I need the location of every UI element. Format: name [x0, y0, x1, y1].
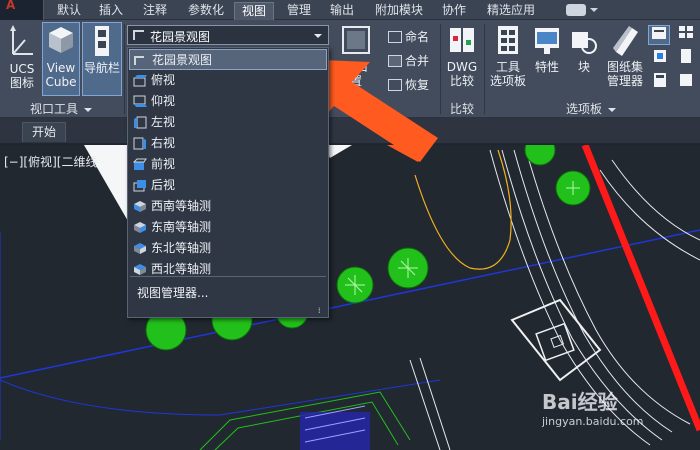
- named-view-menu: 花园景观图 俯视 仰视 左视 右视 前视 后视 西南等轴测 东南等轴测 东北等轴…: [127, 47, 329, 318]
- watermark-line1: Bai经验: [542, 390, 618, 414]
- baidu-jingyan-watermark: Bai经验 jingyan.baidu.com: [542, 386, 644, 428]
- menu-item-back[interactable]: 后视: [129, 175, 327, 196]
- right-view-icon: [133, 137, 146, 150]
- left-view-icon: [134, 116, 147, 129]
- menu-item-bottom[interactable]: 仰视: [129, 91, 327, 112]
- named-view-select[interactable]: 花园景观图: [127, 25, 329, 45]
- menu-item-sw-iso[interactable]: 西南等轴测: [129, 196, 327, 217]
- back-view-icon: [133, 180, 146, 192]
- annotation-arrow-layer: [272, 58, 438, 162]
- se-iso-icon: [134, 222, 146, 233]
- resize-grip-icon[interactable]: ⁞: [318, 307, 326, 315]
- nw-iso-icon: [134, 264, 146, 275]
- menu-item-front[interactable]: 前视: [129, 154, 327, 175]
- menu-item-garden-view[interactable]: 花园景观图: [129, 49, 327, 70]
- menu-item-top[interactable]: 俯视: [129, 70, 327, 91]
- chevron-down-icon: [314, 34, 322, 38]
- named-view-icon: [134, 56, 144, 65]
- watermark-line2: jingyan.baidu.com: [542, 415, 644, 428]
- front-view-icon: [133, 158, 147, 170]
- menu-item-ne-iso[interactable]: 东北等轴测: [129, 238, 327, 259]
- menu-item-view-manager[interactable]: 视图管理器...: [129, 283, 327, 304]
- top-view-icon: [133, 75, 147, 87]
- bottom-view-icon: [133, 95, 147, 107]
- menu-item-se-iso[interactable]: 东南等轴测: [129, 217, 327, 238]
- sw-iso-icon: [134, 201, 146, 212]
- named-view-selected: 花园景观图: [150, 30, 211, 44]
- named-view-icon: [133, 30, 144, 40]
- menu-item-right[interactable]: 右视: [129, 133, 327, 154]
- menu-divider: [130, 276, 326, 277]
- ne-iso-icon: [134, 243, 146, 254]
- menu-item-left[interactable]: 左视: [129, 112, 327, 133]
